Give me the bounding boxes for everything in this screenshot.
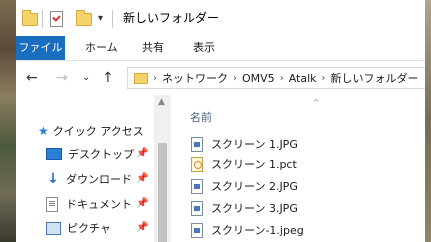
window-title: 新しいフォルダー bbox=[123, 11, 220, 25]
nav-pane-scrollbar[interactable]: ▲ bbox=[154, 95, 171, 242]
tab-file[interactable]: ファイル bbox=[16, 36, 65, 60]
chevron-right-icon[interactable]: › bbox=[322, 73, 326, 84]
file-name: スクリーン 2.JPG bbox=[211, 180, 298, 193]
file-item[interactable]: スクリーン 1.JPG bbox=[191, 134, 298, 154]
nav-item-label: ドキュメント bbox=[66, 198, 132, 211]
title-bar: ▾ 新しいフォルダー bbox=[16, 0, 431, 36]
tab-share[interactable]: 共有 bbox=[142, 36, 164, 60]
pin-icon[interactable]: 📌 bbox=[136, 148, 148, 159]
new-folder-icon[interactable] bbox=[76, 9, 92, 28]
tab-view[interactable]: 表示 bbox=[193, 36, 215, 60]
pin-icon[interactable]: 📌 bbox=[136, 198, 148, 209]
scrollbar-thumb[interactable] bbox=[158, 143, 167, 242]
address-bar[interactable]: › ネットワーク › OMV5 › Atalk › 新しいフォルダー bbox=[127, 67, 431, 89]
pin-icon[interactable]: 📌 bbox=[136, 173, 148, 184]
nav-item-label: ダウンロード bbox=[66, 173, 132, 186]
nav-item-label: デスクトップ bbox=[68, 148, 134, 161]
star-icon: ★ bbox=[38, 124, 49, 138]
documents-icon bbox=[46, 196, 58, 212]
pictures-icon bbox=[46, 221, 61, 235]
file-name: スクリーン 1.pct bbox=[211, 158, 297, 171]
customize-toolbar-dropdown[interactable]: ▾ bbox=[98, 11, 103, 27]
column-header-name[interactable]: 名前 bbox=[190, 109, 212, 125]
nav-item-label: クイック アクセス bbox=[52, 125, 144, 138]
file-item[interactable]: スクリーン 2.JPG bbox=[191, 176, 298, 196]
nav-item-desktop[interactable]: デスクトップ bbox=[46, 144, 134, 164]
jpg-file-icon bbox=[191, 136, 203, 152]
file-item[interactable]: スクリーン 1.pct bbox=[191, 154, 297, 174]
file-list: ^ 名前 スクリーン 1.JPG スクリーン 1.pct スクリーン 2.JPG… bbox=[171, 95, 431, 242]
breadcrumb-network[interactable]: ネットワーク bbox=[162, 70, 228, 86]
chevron-right-icon[interactable]: › bbox=[280, 73, 284, 84]
jpg-file-icon bbox=[191, 178, 203, 194]
sort-ascending-icon: ^ bbox=[313, 98, 320, 107]
navigation-pane: ★ クイック アクセス デスクトップ 📌 ↓ ダウンロード 📌 ドキュメント 📌… bbox=[16, 95, 154, 242]
forward-button[interactable]: → bbox=[56, 70, 68, 86]
chevron-right-icon[interactable]: › bbox=[153, 73, 157, 84]
desktop-background bbox=[425, 0, 431, 242]
pin-icon[interactable]: 📌 bbox=[136, 222, 148, 233]
breadcrumb-new-folder[interactable]: 新しいフォルダー bbox=[331, 70, 419, 86]
nav-item-pictures[interactable]: ピクチャ bbox=[46, 218, 111, 238]
jpg-file-icon bbox=[191, 200, 203, 216]
separator bbox=[42, 10, 43, 28]
tab-home[interactable]: ホーム bbox=[85, 36, 118, 60]
separator bbox=[112, 10, 113, 28]
folder-icon bbox=[134, 72, 148, 84]
nav-item-label: ピクチャ bbox=[67, 222, 111, 235]
nav-item-downloads[interactable]: ↓ ダウンロード bbox=[46, 169, 132, 189]
desktop-icon bbox=[46, 148, 62, 160]
up-button[interactable]: ↑ bbox=[102, 70, 114, 86]
file-name: スクリーン 3.JPG bbox=[211, 202, 298, 215]
nav-quick-access[interactable]: ★ クイック アクセス bbox=[38, 121, 144, 141]
file-item[interactable]: スクリーン-1.jpeg bbox=[191, 220, 304, 240]
file-name: スクリーン 1.JPG bbox=[211, 138, 298, 151]
jpg-file-icon bbox=[191, 222, 203, 238]
file-name: スクリーン-1.jpeg bbox=[211, 224, 304, 237]
scroll-up-icon[interactable]: ▲ bbox=[158, 97, 165, 107]
breadcrumb-omv5[interactable]: OMV5 bbox=[242, 72, 275, 85]
pct-file-icon bbox=[191, 156, 203, 172]
address-row: ← → ⌄ ↑ › ネットワーク › OMV5 › Atalk › 新しいフォル… bbox=[16, 61, 431, 95]
file-item[interactable]: スクリーン 3.JPG bbox=[191, 198, 298, 218]
nav-item-documents[interactable]: ドキュメント bbox=[46, 194, 132, 214]
chevron-right-icon[interactable]: › bbox=[233, 73, 237, 84]
breadcrumb-atalk[interactable]: Atalk bbox=[289, 72, 317, 85]
ribbon-tabs: ファイル ホーム 共有 表示 bbox=[16, 36, 431, 61]
explorer-window: ▾ 新しいフォルダー ファイル ホーム 共有 表示 ← → ⌄ ↑ › ネットワ… bbox=[16, 0, 431, 242]
download-icon: ↓ bbox=[47, 171, 59, 187]
folder-icon bbox=[22, 9, 38, 28]
properties-icon[interactable] bbox=[50, 10, 63, 28]
recent-locations-button[interactable]: ⌄ bbox=[82, 70, 90, 86]
back-button[interactable]: ← bbox=[26, 70, 38, 86]
